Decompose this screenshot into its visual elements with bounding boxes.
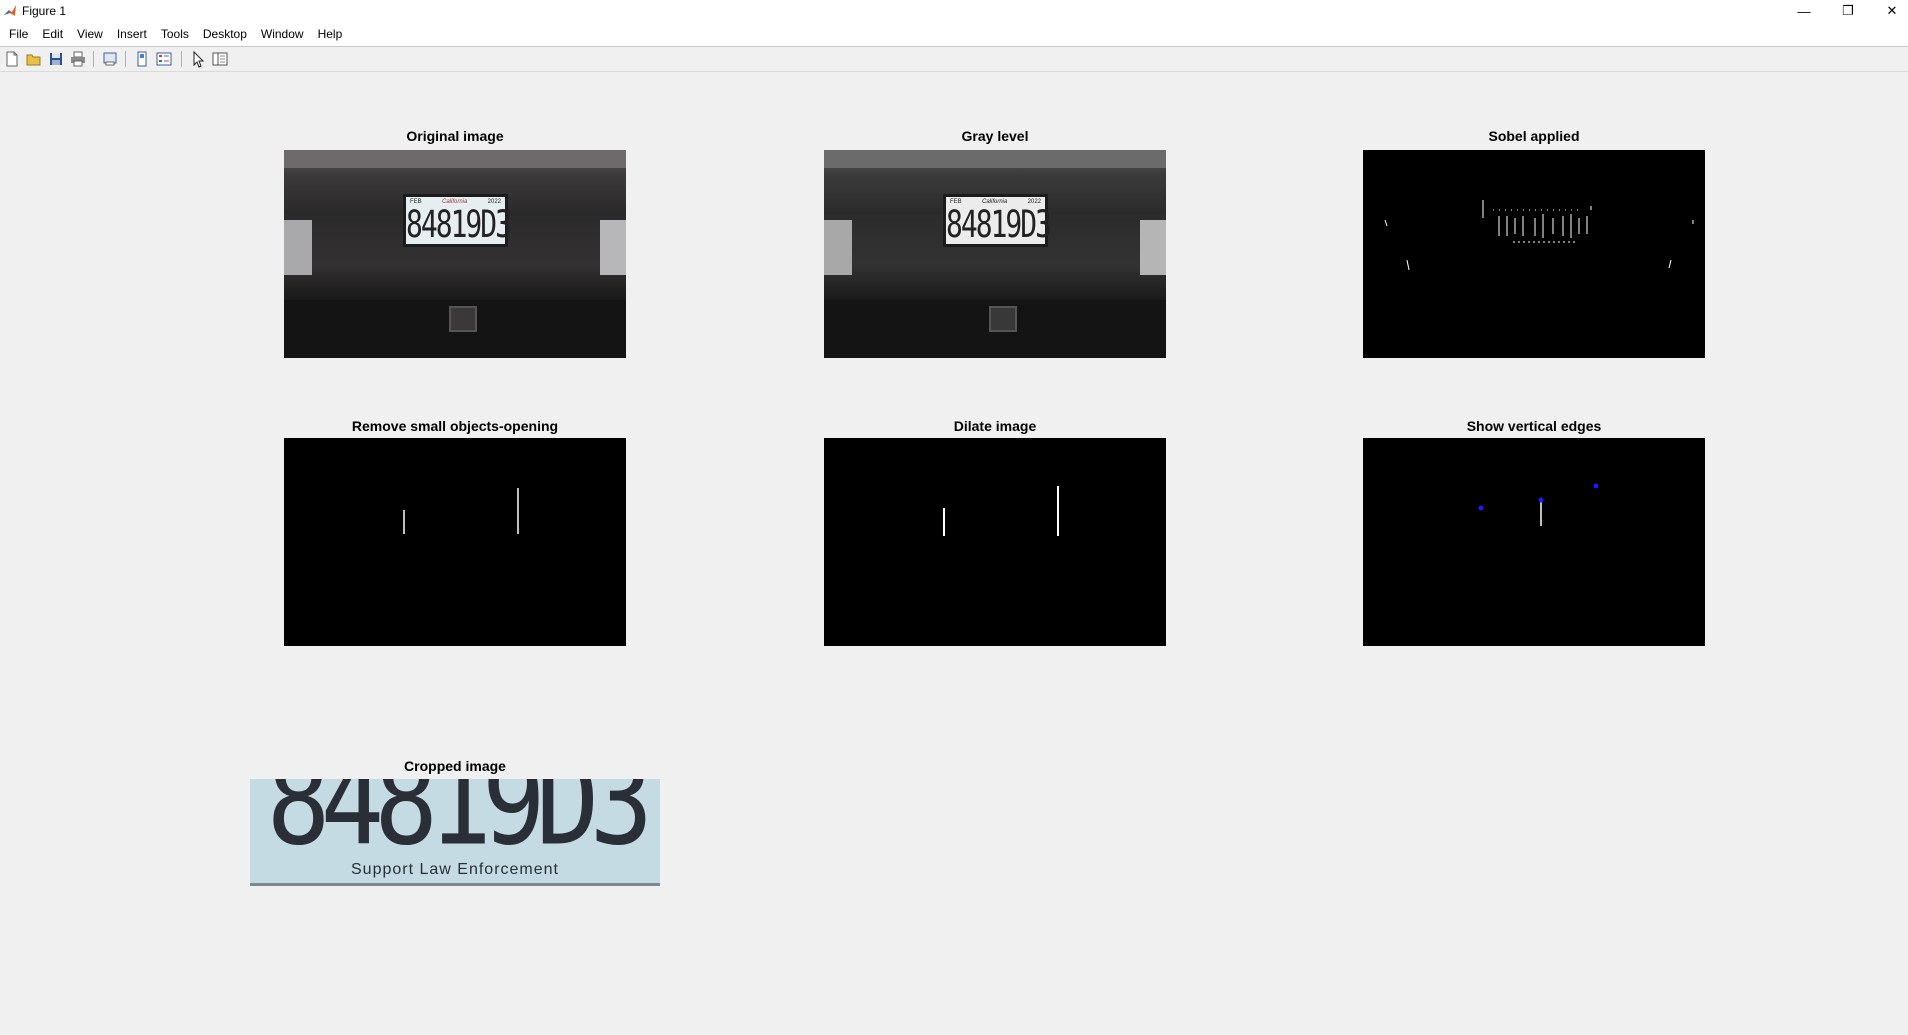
menu-view[interactable]: View	[70, 27, 110, 41]
menu-edit[interactable]: Edit	[35, 27, 70, 41]
edge-map	[1384, 200, 1694, 271]
title-bar: Figure 1 — ❐ ✕	[0, 0, 1908, 22]
dilate-image	[824, 438, 1166, 646]
panel-dilate: Dilate image	[824, 416, 1166, 650]
menu-help[interactable]: Help	[311, 27, 350, 41]
save-icon[interactable]	[47, 50, 65, 68]
sobel-image	[1363, 150, 1705, 358]
blue-marker	[1478, 505, 1484, 511]
open-file-icon[interactable]	[25, 50, 43, 68]
blue-marker	[1593, 483, 1599, 489]
panel-gray-level: Gray level FEB California 2022 84819D3	[824, 126, 1166, 360]
vertical-edges-image	[1363, 438, 1705, 646]
gray-image: FEB California 2022 84819D3	[824, 150, 1166, 358]
menu-desktop[interactable]: Desktop	[196, 27, 254, 41]
menu-tools[interactable]: Tools	[154, 27, 196, 41]
panel-title: Remove small objects-opening	[351, 418, 559, 434]
vertical-segments	[943, 486, 1059, 536]
menu-file[interactable]: File	[2, 27, 35, 41]
menu-bar: File Edit View Insert Tools Desktop Wind…	[0, 22, 1908, 47]
toolbar-separator	[93, 51, 94, 67]
opening-image	[284, 438, 626, 646]
panel-title: Original image	[406, 128, 504, 144]
panel-title: Dilate image	[953, 418, 1037, 434]
pointer-icon[interactable]	[189, 50, 207, 68]
panel-opening: Remove small objects-opening	[284, 416, 626, 650]
license-plate: FEB California 2022 84819D3	[943, 194, 1052, 247]
edge-markers	[1478, 483, 1599, 526]
vertical-segments	[403, 488, 519, 534]
panel-original-image: Original image FEB California 2022 84819…	[284, 126, 626, 360]
insert-legend-icon[interactable]	[155, 50, 173, 68]
close-button[interactable]: ✕	[1870, 0, 1908, 22]
panel-title: Show vertical edges	[1466, 418, 1602, 434]
figure-toolbar	[0, 47, 1908, 72]
panel-title-cropped: Cropped image	[404, 758, 506, 774]
property-inspector-icon[interactable]	[211, 50, 229, 68]
panel-title: Sobel applied	[1488, 128, 1580, 144]
matlab-logo-icon	[4, 5, 16, 16]
blue-marker	[1538, 497, 1544, 503]
panel-title: Gray level	[961, 128, 1029, 144]
cropped-plate-image: 84819D3 Support Law Enforcement	[250, 779, 660, 886]
window-title: Figure 1	[22, 4, 67, 18]
new-figure-icon[interactable]	[3, 50, 21, 68]
menu-insert[interactable]: Insert	[110, 27, 154, 41]
panel-vertical-edges: Show vertical edges	[1363, 416, 1705, 650]
license-plate: FEB California 2022 84819D3	[403, 194, 512, 247]
menu-window[interactable]: Window	[254, 27, 311, 41]
restore-button[interactable]: ❐	[1826, 0, 1870, 22]
toolbar-separator	[125, 51, 126, 67]
panel-sobel-applied: Sobel applied	[1363, 126, 1705, 360]
print-icon[interactable]	[69, 50, 87, 68]
print-preview-icon[interactable]	[101, 50, 119, 68]
link-plot-icon[interactable]	[133, 50, 151, 68]
minimize-button[interactable]: —	[1782, 0, 1826, 22]
toolbar-separator	[181, 51, 182, 67]
original-image: FEB California 2022 84819D3	[284, 150, 626, 358]
